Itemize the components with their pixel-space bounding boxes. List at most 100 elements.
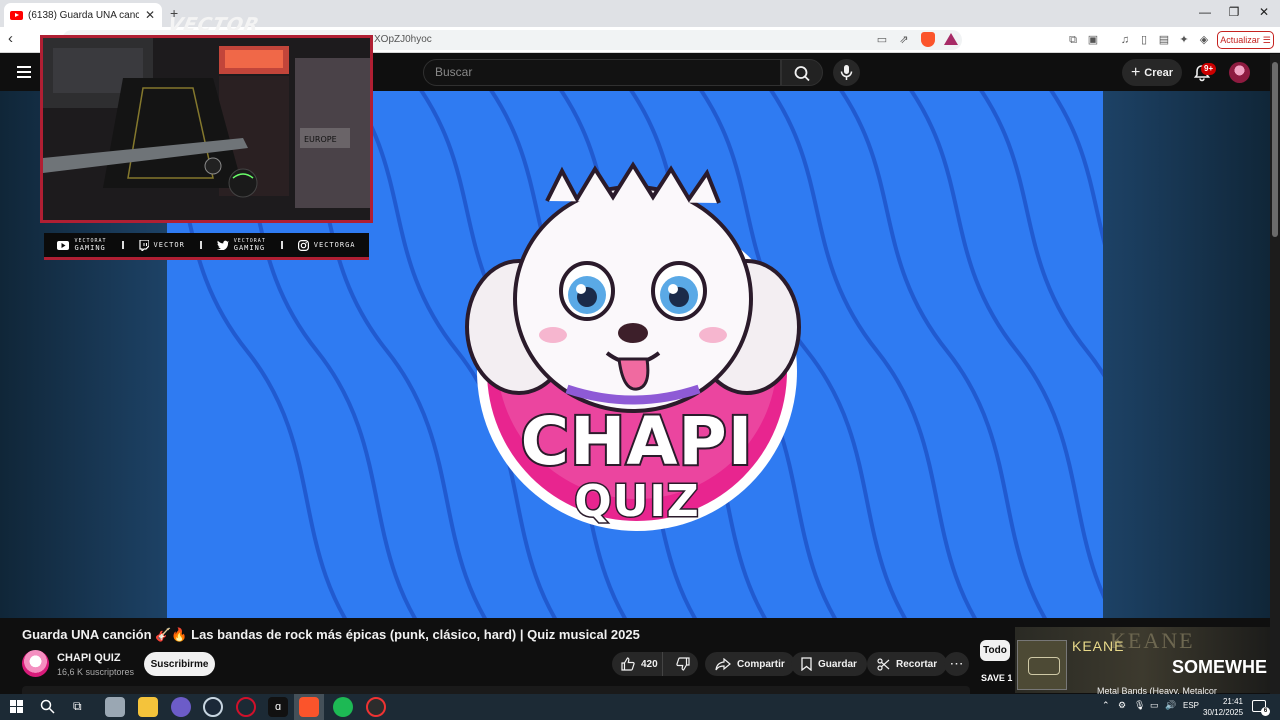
social-twitter-line2: GAMING (233, 244, 266, 252)
notification-count-badge: 6 (1261, 707, 1270, 716)
microphone-icon (840, 65, 853, 80)
hamburger-menu-icon[interactable] (17, 66, 31, 78)
youtube-favicon-icon (10, 10, 23, 20)
tab-title: (6138) Guarda UNA canción 🎸🔥 Las bandas … (28, 9, 139, 21)
search-button[interactable] (781, 59, 823, 86)
clock-date: 30/12/2025 (1203, 708, 1244, 717)
tray-bluetooth-icon[interactable]: ⚙ (1118, 700, 1126, 711)
save-label: Guardar (818, 658, 857, 670)
vpn-icon[interactable]: ◈ (1197, 33, 1211, 47)
logo-quiz-text: QUIZ (573, 475, 700, 528)
album-cover (1017, 640, 1067, 690)
taskbar-spotify-icon[interactable] (333, 697, 353, 717)
recommendation-tag: SAVE 1 (981, 673, 1013, 683)
share-label: Compartir (737, 658, 785, 670)
clip-button[interactable]: Recortar (867, 652, 948, 676)
social-instagram-line1: VECTORGA (313, 240, 356, 249)
taskbar-search-icon[interactable] (40, 699, 55, 714)
tab-close-icon[interactable]: ✕ (144, 8, 156, 22)
windows-taskbar (0, 694, 1280, 720)
subscribe-button[interactable]: Suscribirme (144, 652, 215, 676)
task-view-icon[interactable]: ⧉ (73, 699, 82, 714)
social-handles-bar: VECTORAT GAMING VECTOR VECTORAT GAMING VEC… (44, 233, 369, 260)
social-youtube: VECTORAT GAMING (57, 238, 106, 252)
tray-chevron-icon[interactable]: ⌃ (1102, 700, 1110, 711)
search-input[interactable]: Buscar (423, 59, 781, 86)
miniplayer-title-overlay: SOMEWHE (1172, 657, 1268, 677)
player-ambient-right (1103, 91, 1270, 618)
search-icon (794, 66, 810, 82)
back-arrow-icon[interactable]: ‹ (8, 30, 13, 47)
leo-ai-icon[interactable]: ✦ (1177, 33, 1191, 47)
windows-start-icon[interactable] (10, 700, 23, 713)
taskbar-app-explorer-icon[interactable] (105, 697, 125, 717)
bookmark-icon (801, 657, 812, 671)
minimize-icon[interactable]: — (1190, 5, 1220, 19)
tray-network-icon[interactable]: ▭ (1150, 700, 1159, 711)
scrollbar-thumb[interactable] (1272, 62, 1278, 237)
notification-badge: 9+ (1201, 63, 1217, 75)
wallet-icon[interactable]: ▤ (1157, 33, 1171, 47)
more-actions-icon[interactable]: ⋯ (944, 652, 969, 676)
social-youtube-line2: GAMING (74, 244, 106, 252)
channel-avatar[interactable] (22, 650, 49, 677)
video-title: Guarda UNA canción 🎸🔥 Las bandas de rock… (22, 627, 640, 642)
taskbar-discord-icon[interactable] (171, 697, 191, 717)
input-language[interactable]: ESP (1183, 701, 1199, 710)
separator (280, 241, 283, 249)
clip-label: Recortar (896, 658, 938, 670)
dislike-button[interactable] (669, 652, 698, 676)
update-button[interactable]: Actualizar ☰ (1217, 31, 1274, 49)
save-button[interactable]: Guardar (791, 652, 867, 676)
plus-icon: + (1130, 63, 1141, 81)
thumbs-down-icon (676, 657, 690, 671)
clock-time: 21:41 (1222, 697, 1243, 706)
scissors-icon (877, 657, 890, 671)
miniplayer-artist: KEANE (1072, 638, 1125, 654)
social-instagram: VECTORGA (297, 239, 356, 251)
music-icon[interactable]: ♫ (1118, 33, 1132, 47)
window-close-icon[interactable]: ✕ (1249, 5, 1279, 19)
taskbar-folder-icon[interactable] (138, 697, 158, 717)
taskbar-brave-icon[interactable] (299, 697, 319, 717)
thumbs-up-icon (621, 657, 635, 671)
separator (199, 241, 202, 249)
channel-name[interactable]: CHAPI QUIZ (57, 652, 121, 664)
subscriber-count: 16,6 K suscriptores (57, 667, 135, 677)
extensions-icon[interactable]: ⧉ (1066, 33, 1080, 47)
social-twitter: VECTORAT GAMING (216, 238, 266, 252)
taskbar-app-logo-icon[interactable]: ɑ (268, 697, 288, 717)
twitter-icon (216, 240, 229, 250)
social-twitch-line1: VECTOR (153, 240, 185, 249)
browser-tab[interactable]: (6138) Guarda UNA canción 🎸🔥 Las bandas … (4, 3, 162, 27)
taskbar-clock[interactable]: 21:41 30/12/2025 (1203, 696, 1243, 718)
restore-icon[interactable]: ❐ (1219, 5, 1249, 19)
webcam-scene: EUROPE (43, 38, 370, 220)
share-arrow-icon (715, 657, 731, 670)
account-avatar[interactable] (1229, 62, 1250, 83)
update-label: Actualizar (1220, 35, 1260, 45)
sidebar-icon[interactable]: ▯ (1137, 33, 1151, 47)
brave-shield-icon[interactable] (921, 32, 935, 47)
screenshot-icon[interactable]: ▣ (1086, 33, 1100, 47)
social-twitch: VECTOR (138, 239, 185, 251)
tray-volume-icon[interactable]: 🔊 (1165, 700, 1176, 711)
taskbar-opera-icon[interactable] (236, 697, 256, 717)
description-box-edge (22, 686, 970, 694)
create-label: Crear (1144, 66, 1174, 79)
like-count: 420 (641, 658, 658, 670)
like-button[interactable]: 420 (612, 652, 663, 676)
url-text[interactable]: XOpZJ0hyoc (374, 34, 432, 45)
share-icon[interactable]: ⇗ (897, 33, 911, 47)
filter-chip-all[interactable]: Todo (980, 640, 1010, 661)
like-dislike-group: 420 (612, 652, 698, 676)
tray-mic-icon[interactable]: 🎙 (1134, 700, 1145, 711)
share-button[interactable]: Compartir (705, 652, 795, 676)
create-button[interactable]: + Crear (1122, 59, 1182, 86)
brave-rewards-icon[interactable] (944, 33, 958, 45)
logo-chapi-text: CHAPI (519, 403, 755, 480)
taskbar-steam-icon[interactable] (203, 697, 223, 717)
taskbar-obs-icon[interactable] (366, 697, 386, 717)
cast-icon[interactable]: ▭ (875, 33, 889, 47)
voice-search-button[interactable] (833, 59, 860, 86)
